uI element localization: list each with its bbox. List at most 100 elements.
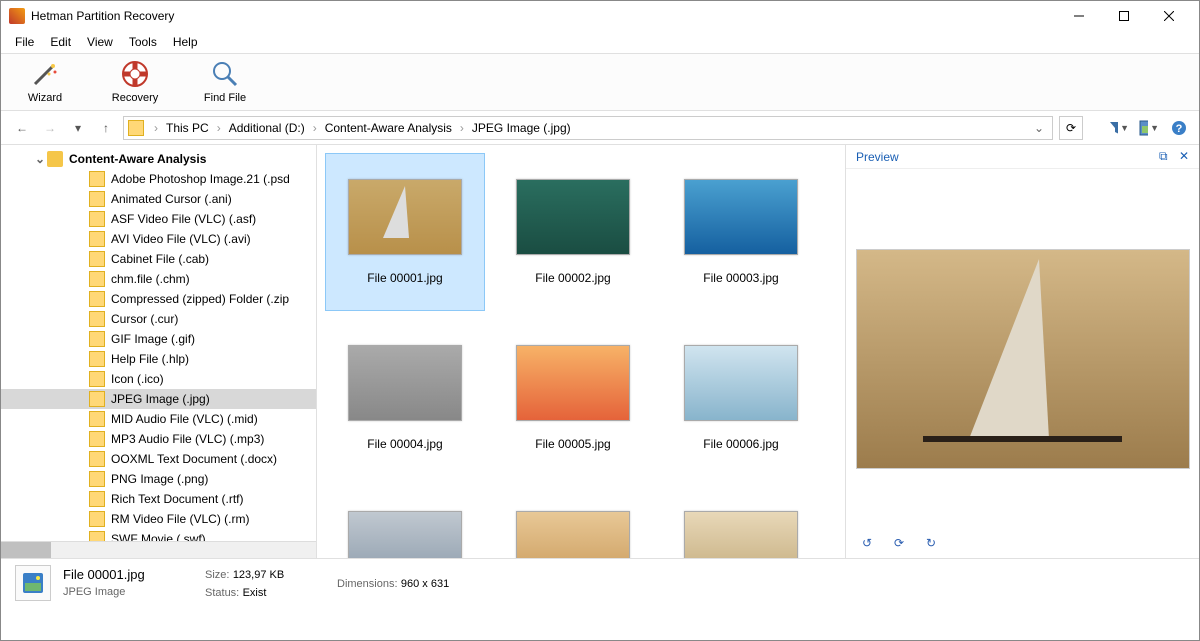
main-area: ⌄ Content-Aware Analysis Adobe Photoshop… (1, 145, 1199, 558)
preview-popout-icon[interactable]: ⧉ (1159, 149, 1168, 163)
tree-item[interactable]: Animated Cursor (.ani) (1, 189, 316, 209)
minimize-button[interactable] (1056, 1, 1101, 31)
thumbnail-image (516, 345, 630, 421)
refresh-button[interactable]: ⟳ (1059, 116, 1083, 140)
thumbnail-image (348, 511, 462, 558)
file-thumbnail[interactable]: File 00003.jpg (661, 153, 821, 311)
thumbnail-image (684, 345, 798, 421)
menu-file[interactable]: File (7, 33, 42, 51)
tree-item-label: JPEG Image (.jpg) (111, 392, 210, 406)
thumbnail-image (516, 511, 630, 558)
close-button[interactable] (1146, 1, 1191, 31)
status-filename: File 00001.jpg (63, 567, 193, 582)
maximize-button[interactable] (1101, 1, 1146, 31)
help-button[interactable]: ? (1169, 118, 1189, 138)
folder-icon (89, 491, 105, 507)
tree-item-label: Adobe Photoshop Image.21 (.psd (111, 172, 290, 186)
folder-icon (89, 231, 105, 247)
menu-view[interactable]: View (79, 33, 121, 51)
preview-title: Preview (856, 150, 899, 164)
folder-icon (89, 211, 105, 227)
tree-item-label: chm.file (.chm) (111, 272, 190, 286)
folder-icon (89, 271, 105, 287)
thumbnail-label: File 00002.jpg (535, 271, 610, 285)
breadcrumb-this-pc[interactable]: This PC (162, 121, 213, 135)
preview-controls: ↺ ⟳ ↻ (846, 528, 1199, 558)
tree-item[interactable]: PNG Image (.png) (1, 469, 316, 489)
tree-item[interactable]: OOXML Text Document (.docx) (1, 449, 316, 469)
folder-icon (89, 291, 105, 307)
window-title: Hetman Partition Recovery (31, 9, 1056, 23)
thumbnail-image (348, 179, 462, 255)
sidebar: ⌄ Content-Aware Analysis Adobe Photoshop… (1, 145, 317, 558)
tree-root[interactable]: ⌄ Content-Aware Analysis (1, 149, 316, 169)
file-thumbnail[interactable]: File 00005.jpg (493, 319, 653, 477)
tree-item[interactable]: Rich Text Document (.rtf) (1, 489, 316, 509)
folder-icon (89, 471, 105, 487)
recovery-button[interactable]: Recovery (105, 60, 165, 104)
tree-item-label: ASF Video File (VLC) (.asf) (111, 212, 256, 226)
findfile-button[interactable]: Find File (195, 60, 255, 104)
tree-item[interactable]: Icon (.ico) (1, 369, 316, 389)
tree-item[interactable]: ASF Video File (VLC) (.asf) (1, 209, 316, 229)
menu-help[interactable]: Help (165, 33, 206, 51)
menu-edit[interactable]: Edit (42, 33, 79, 51)
back-button[interactable]: ← (11, 117, 33, 139)
content-pane: File 00001.jpg File 00002.jpg File 00003.j… (317, 145, 1199, 558)
tree-item[interactable]: RM Video File (VLC) (.rm) (1, 509, 316, 529)
tree-item-label: Cursor (.cur) (111, 312, 178, 326)
file-thumbnail[interactable]: File 00001.jpg (325, 153, 485, 311)
wizard-button[interactable]: Wizard (15, 60, 75, 104)
thumbnail-grid[interactable]: File 00001.jpg File 00002.jpg File 00003.j… (317, 145, 845, 558)
tree-item[interactable]: AVI Video File (VLC) (.avi) (1, 229, 316, 249)
rotate-left-button[interactable]: ↺ (858, 534, 876, 552)
tree-item[interactable]: GIF Image (.gif) (1, 329, 316, 349)
thumbnail-label: File 00006.jpg (703, 437, 778, 451)
tree-item-label: RM Video File (VLC) (.rm) (111, 512, 249, 526)
forward-button[interactable]: → (39, 117, 61, 139)
titlebar: Hetman Partition Recovery (1, 1, 1199, 31)
tree-item[interactable]: MP3 Audio File (VLC) (.mp3) (1, 429, 316, 449)
sidebar-scrollbar[interactable] (1, 541, 316, 558)
breadcrumb-analysis[interactable]: Content-Aware Analysis (321, 121, 456, 135)
filter-button[interactable]: ▼ (1109, 118, 1129, 138)
folder-tree[interactable]: ⌄ Content-Aware Analysis Adobe Photoshop… (1, 145, 316, 541)
history-dropdown[interactable]: ▾ (67, 117, 89, 139)
collapse-icon[interactable]: ⌄ (33, 152, 47, 166)
tree-item[interactable]: Cabinet File (.cab) (1, 249, 316, 269)
folder-icon (89, 371, 105, 387)
tree-item-label: Animated Cursor (.ani) (111, 192, 232, 206)
tree-item[interactable]: chm.file (.chm) (1, 269, 316, 289)
wand-icon (31, 60, 59, 88)
tree-item[interactable]: MID Audio File (VLC) (.mid) (1, 409, 316, 429)
tree-item[interactable]: JPEG Image (.jpg) (1, 389, 316, 409)
file-thumbnail[interactable]: File 00002.jpg (493, 153, 653, 311)
menu-tools[interactable]: Tools (121, 33, 165, 51)
tree-item-label: MID Audio File (VLC) (.mid) (111, 412, 258, 426)
file-thumbnail[interactable]: File 00009.jpg (661, 485, 821, 558)
thumbnail-image (684, 511, 798, 558)
file-thumbnail[interactable]: File 00004.jpg (325, 319, 485, 477)
view-options-button[interactable]: ▼ (1139, 118, 1159, 138)
file-thumbnail[interactable]: File 00006.jpg (661, 319, 821, 477)
tree-item[interactable]: SWF Movie (.swf) (1, 529, 316, 541)
breadcrumb-dropdown[interactable]: ⌄ (1030, 121, 1048, 135)
refresh-preview-button[interactable]: ⟳ (890, 534, 908, 552)
up-button[interactable]: ↑ (95, 117, 117, 139)
file-thumbnail[interactable]: File 00008.jpg (493, 485, 653, 558)
status-dimensions: 960 x 631 (401, 578, 449, 590)
thumbnail-label: File 00003.jpg (703, 271, 778, 285)
preview-close-icon[interactable]: ✕ (1179, 149, 1189, 163)
tree-item[interactable]: Help File (.hlp) (1, 349, 316, 369)
breadcrumb-drive[interactable]: Additional (D:) (225, 121, 309, 135)
folder-icon (89, 391, 105, 407)
breadcrumb[interactable]: › This PC › Additional (D:) › Content-Aw… (123, 116, 1053, 140)
rotate-right-button[interactable]: ↻ (922, 534, 940, 552)
tree-item-label: OOXML Text Document (.docx) (111, 452, 277, 466)
status-size: 123,97 KB (233, 569, 284, 581)
tree-item[interactable]: Adobe Photoshop Image.21 (.psd (1, 169, 316, 189)
file-thumbnail[interactable]: File 00007.jpg (325, 485, 485, 558)
tree-item[interactable]: Compressed (zipped) Folder (.zip (1, 289, 316, 309)
tree-item[interactable]: Cursor (.cur) (1, 309, 316, 329)
breadcrumb-jpeg[interactable]: JPEG Image (.jpg) (468, 121, 575, 135)
